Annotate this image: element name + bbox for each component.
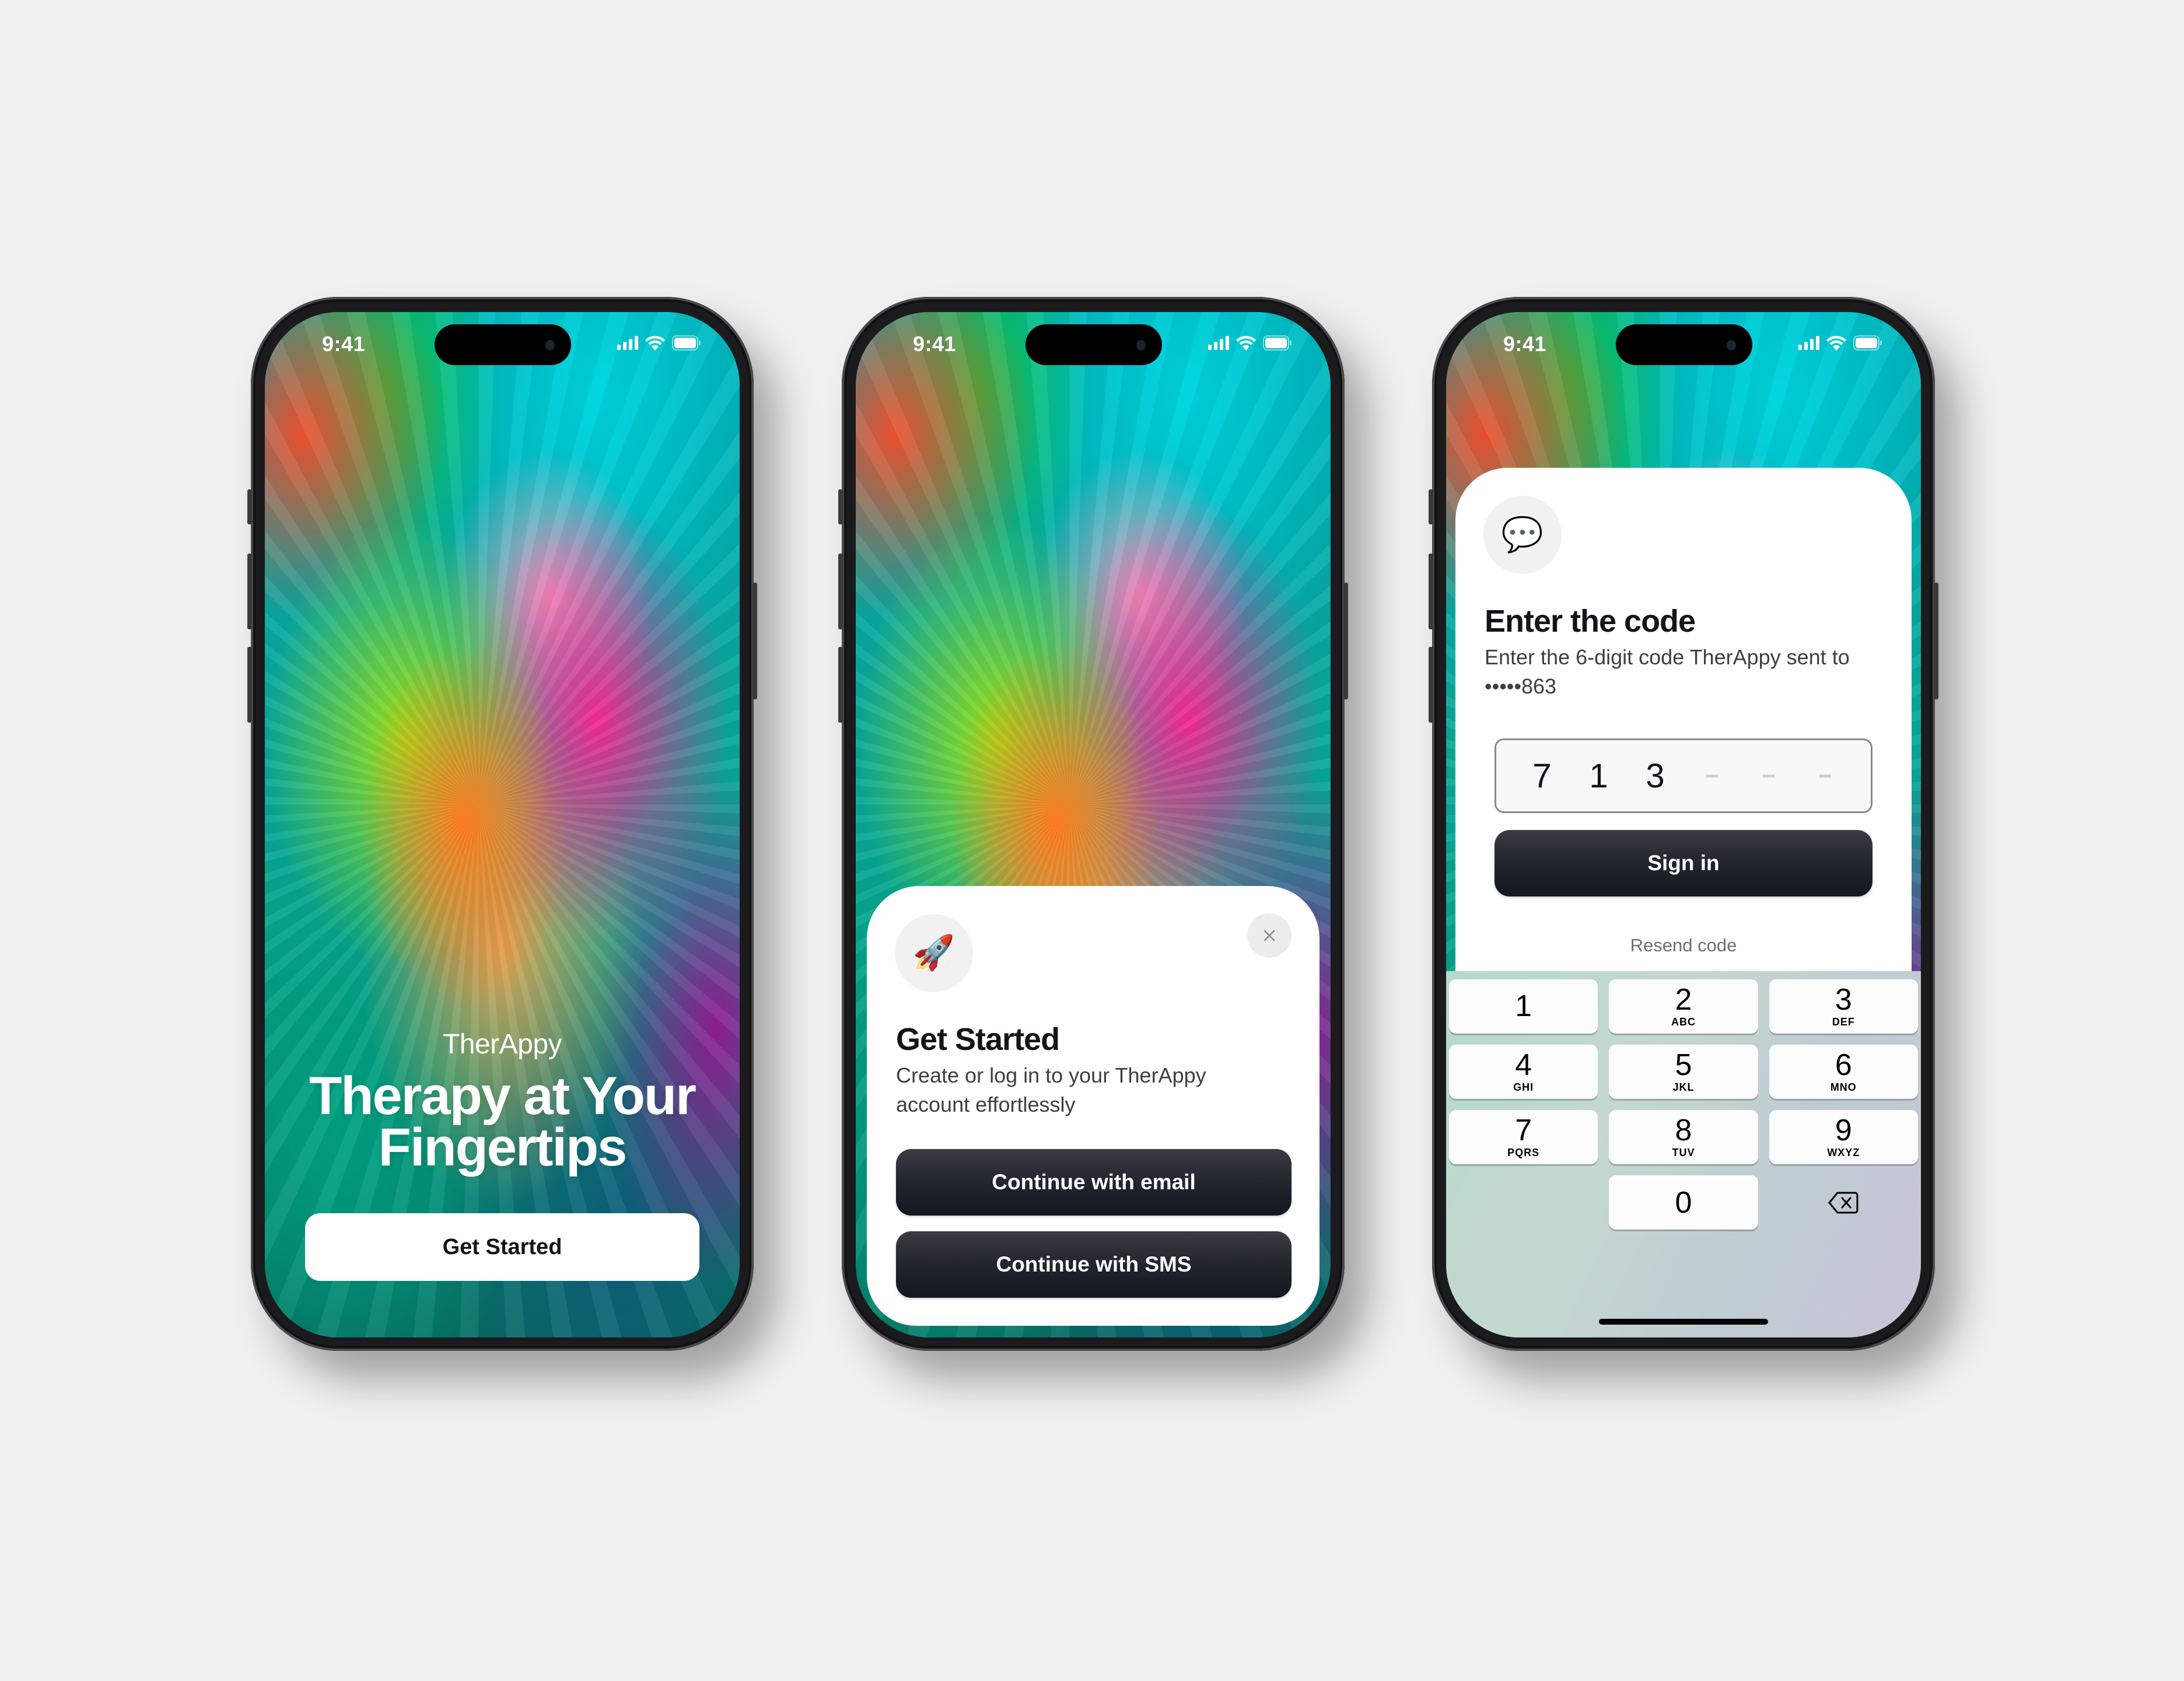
code-digit-5 [1740, 775, 1797, 778]
volume-down-button [838, 647, 843, 723]
screen: 9:41 💬 Enter the code Enter the 6-digit … [1446, 312, 1921, 1337]
key-letters: TUV [1672, 1147, 1695, 1158]
key-7[interactable]: 7 PQRS [1449, 1110, 1598, 1164]
key-1[interactable]: 1 [1449, 979, 1598, 1034]
key-letters: WXYZ [1827, 1147, 1860, 1158]
key-9[interactable]: 9 WXYZ [1769, 1110, 1918, 1164]
key-letters: JKL [1672, 1081, 1695, 1093]
camera-icon [1136, 340, 1146, 351]
key-digit: 1 [1515, 989, 1532, 1023]
action-button [247, 489, 252, 524]
code-digit-3: 3 [1646, 757, 1665, 795]
power-button [1343, 583, 1348, 699]
get-started-sheet: 🚀 Get Started Create or log in to your T… [867, 886, 1320, 1326]
power-button [1934, 583, 1938, 699]
key-3[interactable]: 3 DEF [1769, 979, 1918, 1034]
delete-key[interactable] [1769, 1175, 1918, 1230]
volume-down-button [247, 647, 252, 723]
key-digit: 9 [1835, 1113, 1852, 1147]
backspace-icon [1828, 1192, 1859, 1213]
key-4[interactable]: 4 GHI [1449, 1045, 1598, 1099]
paint-explosion-artwork [265, 312, 740, 1337]
key-letters: PQRS [1507, 1147, 1540, 1158]
key-digit: 6 [1835, 1048, 1852, 1082]
resend-code-link[interactable]: Resend code [1455, 934, 1912, 957]
get-started-button[interactable]: Get Started [305, 1213, 699, 1281]
wifi-icon [645, 335, 665, 351]
enter-code-sheet: 💬 Enter the code Enter the 6-digit code … [1455, 468, 1912, 1051]
volume-up-button [838, 554, 843, 629]
dynamic-island [1026, 324, 1162, 365]
status-time: 9:41 [1503, 332, 1547, 356]
battery-icon [1263, 335, 1292, 351]
key-digit: 8 [1675, 1113, 1692, 1147]
key-0[interactable]: 0 [1609, 1175, 1758, 1230]
code-digit-1: 7 [1532, 757, 1552, 795]
close-button[interactable] [1247, 913, 1292, 958]
key-digit: 4 [1515, 1048, 1532, 1082]
key-6[interactable]: 6 MNO [1769, 1045, 1918, 1099]
numeric-keypad: 1 2 ABC 3 DEF 4 GHI 5 JKL 6 MNO 7 PQRS 8 TUV 9W… [1446, 971, 1921, 1337]
phone-welcome: 9:41 TherAppy Therapy at Your Fingertips… [247, 297, 757, 1351]
continue-with-sms-button[interactable]: Continue with SMS [896, 1231, 1292, 1298]
key-letters: MNO [1830, 1081, 1857, 1093]
wifi-icon [1236, 335, 1256, 351]
sheet-title: Enter the code [1485, 604, 1696, 639]
code-digit-4 [1684, 775, 1740, 778]
screen: 9:41 🚀 Get Started Create or log in to y… [856, 312, 1331, 1337]
key-2[interactable]: 2 ABC [1609, 979, 1758, 1034]
speech-bubble-icon: 💬 [1483, 496, 1562, 574]
key-letters: GHI [1513, 1081, 1534, 1093]
power-button [752, 583, 757, 699]
key-digit: 3 [1835, 983, 1852, 1017]
continue-with-email-button[interactable]: Continue with email [896, 1149, 1292, 1216]
code-digit-2: 1 [1589, 757, 1608, 795]
key-5[interactable]: 5 JKL [1609, 1045, 1758, 1099]
key-8[interactable]: 8 TUV [1609, 1110, 1758, 1164]
key-letters: DEF [1832, 1016, 1855, 1028]
code-input[interactable]: 7 1 3 [1494, 738, 1873, 813]
home-indicator [1599, 1319, 1768, 1325]
sheet-subtitle: Enter the 6-digit code TherAppy sent to … [1485, 645, 1850, 698]
action-button [1429, 489, 1433, 524]
camera-icon [1727, 340, 1736, 351]
battery-icon [672, 335, 701, 351]
volume-up-button [1429, 554, 1433, 629]
screen: 9:41 TherAppy Therapy at Your Fingertips… [265, 312, 740, 1337]
volume-up-button [247, 554, 252, 629]
key-letters: ABC [1671, 1016, 1696, 1028]
volume-down-button [1429, 647, 1433, 723]
cellular-signal-icon [1798, 336, 1819, 350]
wifi-icon [1826, 335, 1846, 351]
close-icon [1264, 930, 1275, 941]
status-time: 9:41 [322, 332, 366, 356]
sign-in-button[interactable]: Sign in [1494, 830, 1873, 896]
hero-headline: Therapy at Your Fingertips [309, 1066, 696, 1177]
key-digit: 2 [1675, 983, 1692, 1017]
cellular-signal-icon [617, 336, 638, 350]
rocket-icon: 🚀 [895, 914, 973, 992]
battery-icon [1853, 335, 1882, 351]
camera-icon [545, 340, 555, 351]
code-digit-6 [1797, 775, 1853, 778]
key-digit: 5 [1675, 1048, 1692, 1082]
cellular-signal-icon [1208, 336, 1229, 350]
phone-enter-code: 9:41 💬 Enter the code Enter the 6-digit … [1429, 297, 1938, 1351]
sheet-subtitle: Create or log in to your TherAppy accoun… [896, 1063, 1206, 1116]
status-bar: 9:41 [856, 312, 1331, 382]
status-bar: 9:41 [265, 312, 740, 382]
key-digit: 7 [1515, 1113, 1532, 1147]
key-blank [1449, 1175, 1598, 1230]
phone-get-started: 9:41 🚀 Get Started Create or log in to y… [838, 297, 1348, 1351]
action-button [838, 489, 843, 524]
dynamic-island [1616, 324, 1752, 365]
status-bar: 9:41 [1446, 312, 1921, 382]
status-time: 9:41 [913, 332, 957, 356]
dynamic-island [435, 324, 571, 365]
sheet-title: Get Started [896, 1022, 1060, 1057]
brand-name: TherAppy [442, 1029, 562, 1060]
key-digit: 0 [1675, 1185, 1692, 1220]
